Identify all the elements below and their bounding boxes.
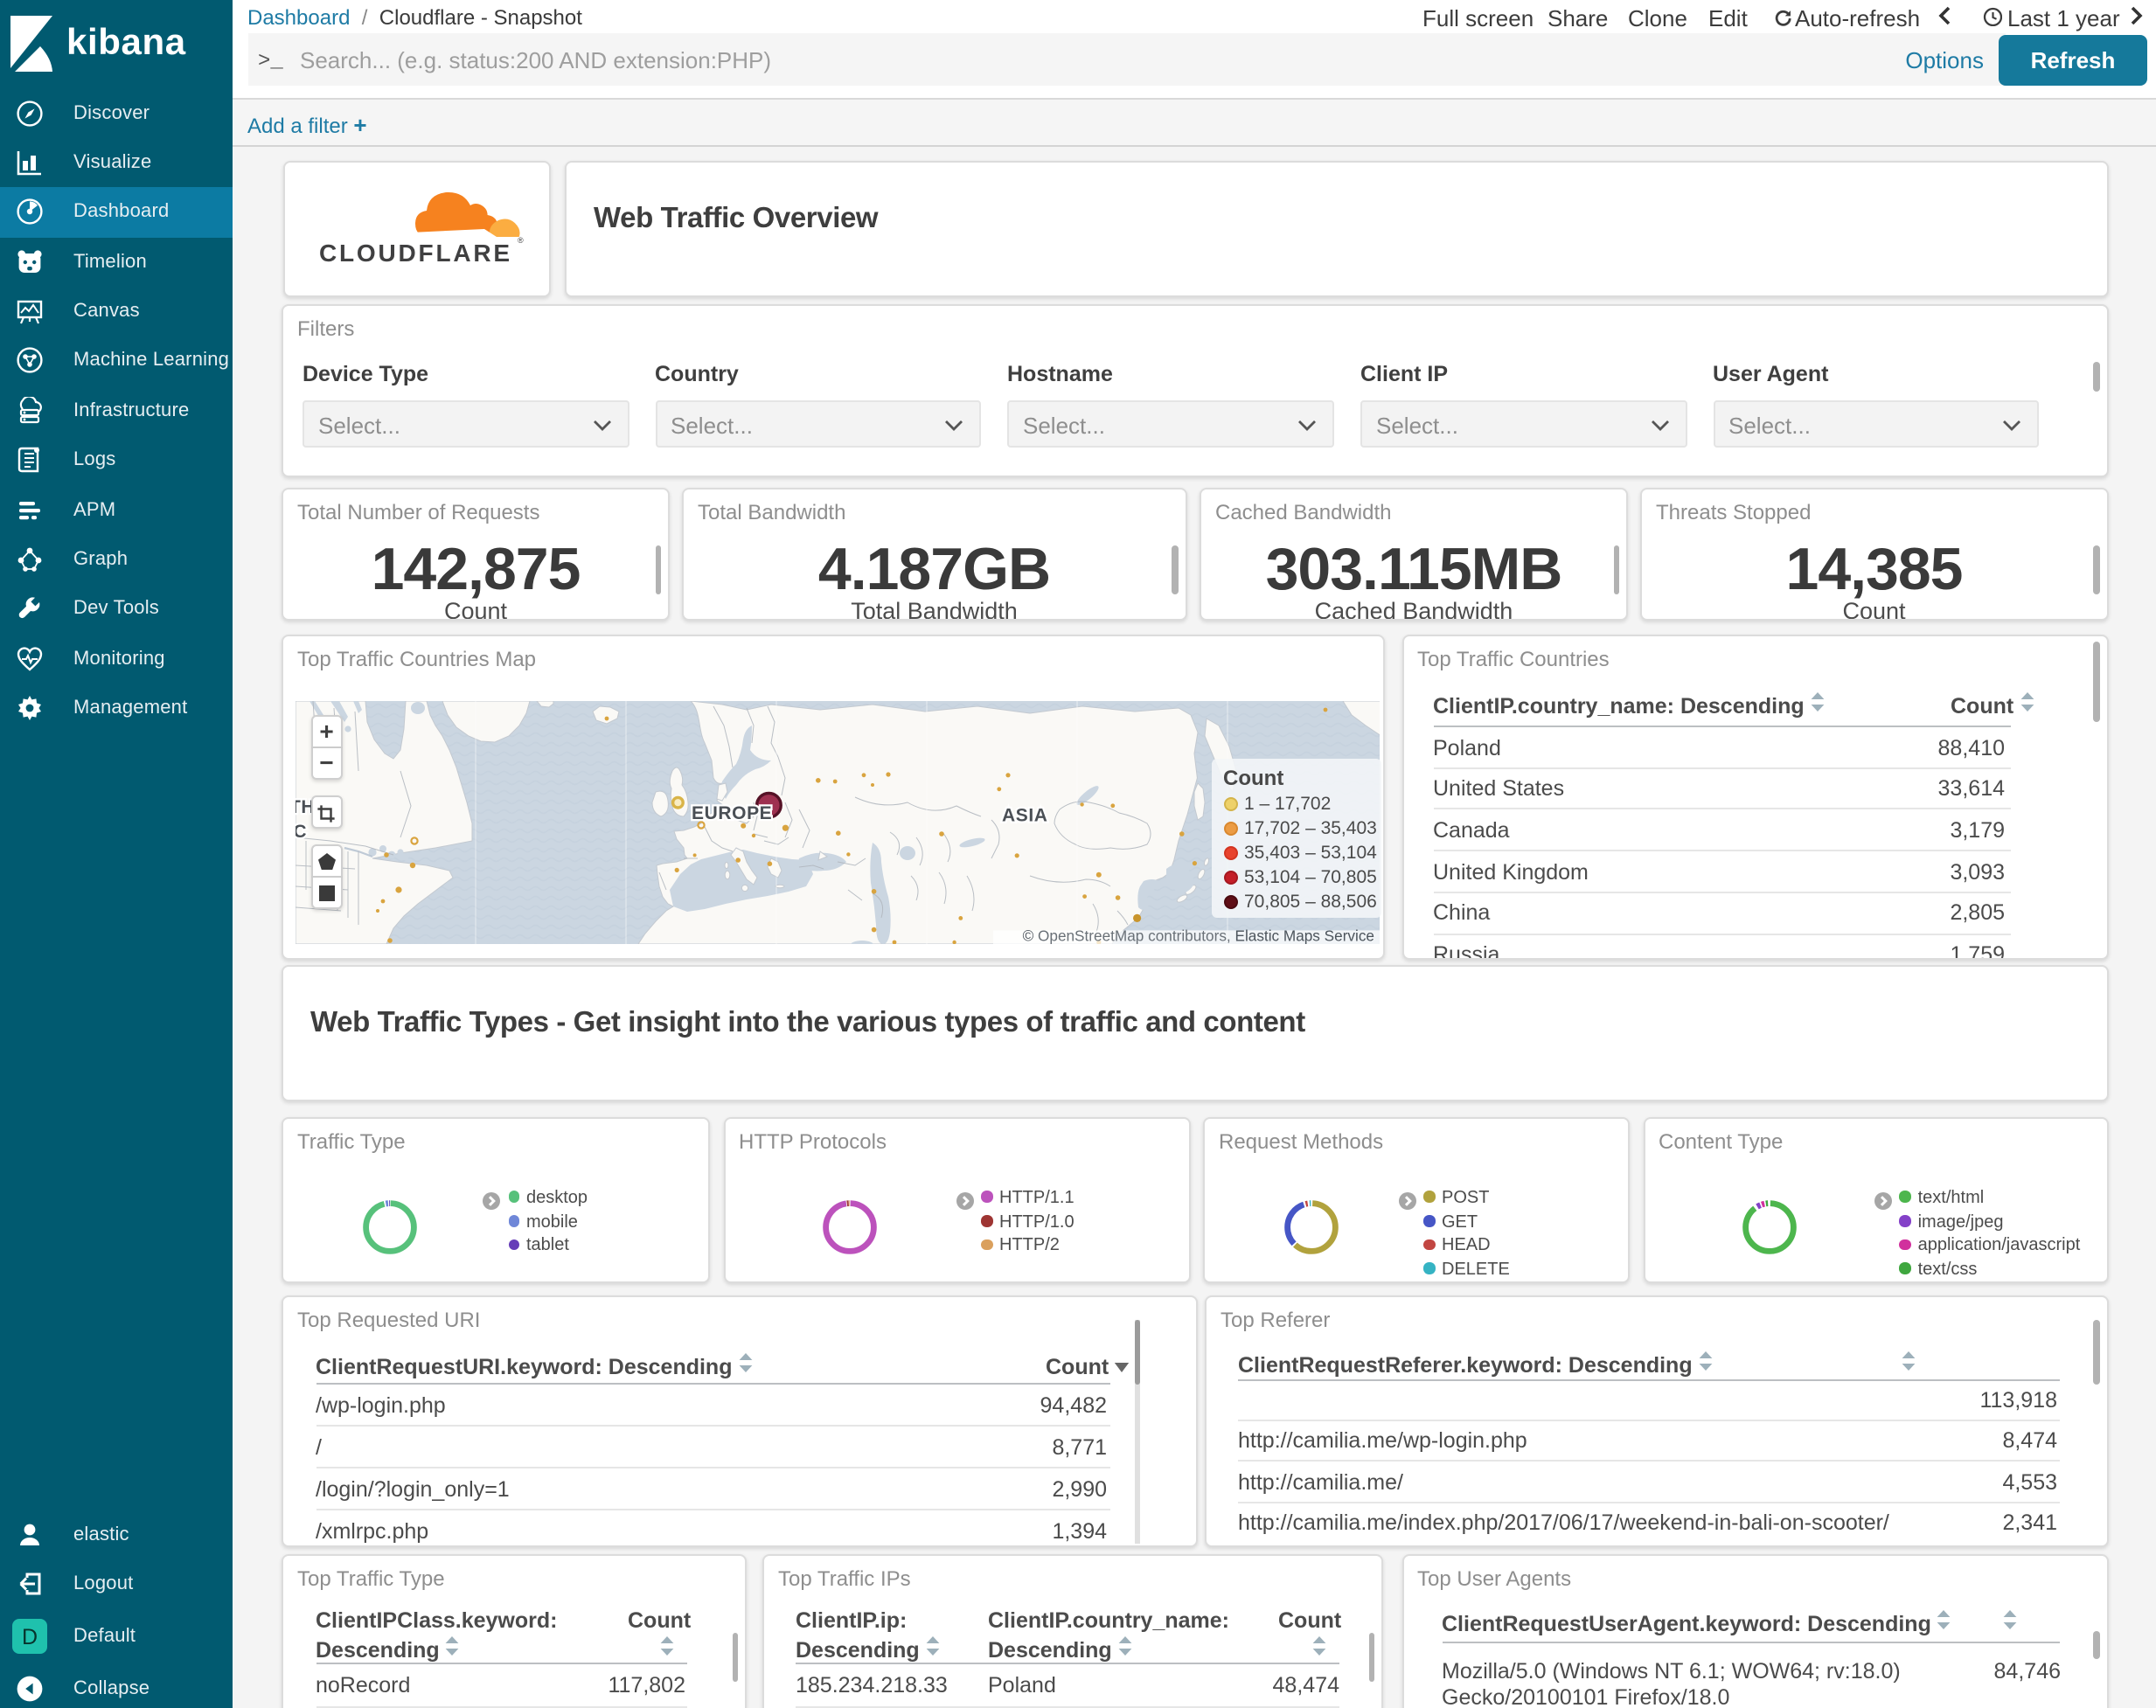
svg-text:ASIA: ASIA [1001, 805, 1047, 825]
svg-text:®: ® [518, 236, 524, 245]
svg-text:D: D [22, 1626, 38, 1650]
svg-text:IC: IC [295, 822, 306, 842]
svg-text:EUROPE: EUROPE [691, 803, 771, 823]
svg-text:CLOUDFLARE: CLOUDFLARE [319, 240, 512, 267]
svg-text:© OpenStreetMap contributors,: © OpenStreetMap contributors, Elastic Ma… [1022, 927, 1374, 944]
